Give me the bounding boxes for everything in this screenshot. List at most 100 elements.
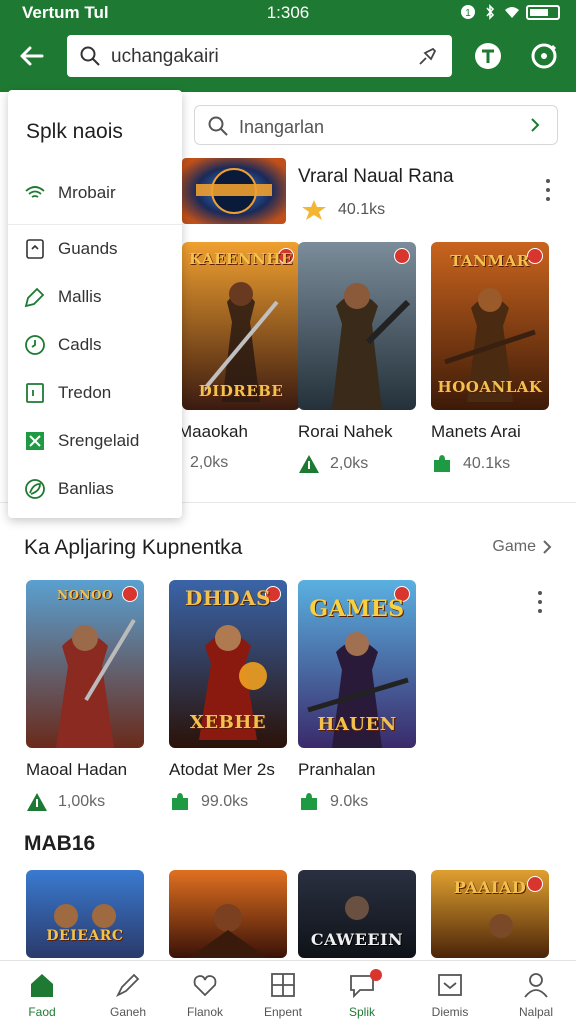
game-cover: NONOO [26, 580, 144, 748]
game-cover: DHDAS XEBHE [169, 580, 287, 748]
game-meta: 9.0ks [298, 792, 416, 812]
cover-title: KAEENNHE [189, 250, 293, 268]
back-arrow-icon[interactable] [14, 38, 50, 74]
menu-item[interactable]: Tredon [24, 382, 111, 404]
menu-item-label: Banlias [58, 479, 114, 498]
nav-item-profile[interactable]: Nalpal [488, 961, 576, 1024]
game-cover: KAEENNHE DIDREBE [182, 242, 300, 410]
puzzle-icon [172, 793, 188, 810]
nav-item-diemis[interactable]: Diemis [402, 961, 498, 1024]
cover-subtitle: HAUEN [317, 714, 397, 735]
download-icon [27, 793, 47, 811]
featured-title[interactable]: Vraral Naual Rana [298, 166, 454, 188]
menu-item[interactable]: Srengelaid [24, 430, 139, 452]
featured-thumbnail[interactable] [182, 158, 286, 224]
menu-item-label: Srengelaid [58, 431, 140, 450]
game-title: Atodat Mer 2s [169, 760, 275, 779]
game-meta: 40.1ks [431, 454, 549, 474]
game-card[interactable]: KAEENNHE DIDREBE Maaokah 2,0ks [178, 242, 300, 472]
game-card[interactable]: GAMES HAUEN Pranhalan 9.0ks [298, 580, 416, 812]
cover-subtitle: HOOANLAK [437, 378, 543, 396]
menu-item-label: Guands [58, 239, 118, 258]
menu-item[interactable]: Mrobair [24, 182, 116, 204]
game-card[interactable]: DEIEARC [26, 870, 144, 958]
cover-title: DEIEARC [46, 928, 124, 944]
battery-icon [526, 4, 560, 20]
game-card[interactable]: TANMAR HOOANLAK Manets Arai 40.1ks [431, 242, 549, 474]
chevron-right-icon [543, 540, 552, 554]
clock-icon [25, 335, 45, 355]
badge-icon [394, 248, 410, 264]
notification-icon: 1 [461, 5, 475, 19]
game-meta-value: 1,00ks [58, 793, 106, 810]
category-menu: Splk naois Mrobair Guands Mallis Cadls T… [8, 90, 182, 518]
more-options-button[interactable] [538, 176, 558, 204]
featured-rating-value: 40.1ks [338, 201, 386, 218]
game-meta-value: 2,0ks [190, 454, 229, 471]
pin-icon[interactable] [416, 44, 440, 68]
search-input[interactable]: uchangakairi [67, 35, 452, 77]
game-card[interactable]: PAAIAD [431, 870, 549, 958]
game-title: Pranhalan [298, 760, 376, 779]
nav-label: Splik [348, 1005, 375, 1019]
see-more-link[interactable]: Game [492, 538, 554, 556]
chevron-right-icon [531, 118, 540, 132]
cover-title: PAAIAD [453, 878, 527, 897]
puzzle-icon [301, 793, 317, 810]
see-more-label: Game [492, 538, 536, 555]
status-icons: 1 [460, 4, 560, 20]
menu-item-label: Cadls [58, 335, 102, 354]
book-icon [26, 383, 44, 403]
game-card[interactable]: DHDAS XEBHE Atodat Mer 2s 99.0ks [169, 580, 287, 812]
game-cover [169, 870, 287, 958]
nav-item-home[interactable]: Faod [0, 961, 90, 1024]
sync-icon[interactable] [524, 36, 564, 76]
secondary-search-input[interactable]: Inangarlan [194, 105, 558, 145]
bluetooth-icon [486, 4, 495, 20]
leaf-icon [25, 479, 45, 499]
cover-title: NONOO [57, 588, 113, 602]
secondary-search-placeholder: Inangarlan [239, 117, 325, 137]
game-meta-value: 9.0ks [330, 793, 369, 810]
heart-icon [193, 975, 217, 997]
game-meta-value: 2,0ks [330, 455, 369, 472]
game-meta: 99.0ks [169, 792, 287, 812]
app-header: Vertum Tul 1:306 1 uchangakairi [0, 0, 576, 92]
status-bar: Vertum Tul 1:306 1 [0, 0, 576, 26]
grid-icon [271, 973, 295, 997]
game-card[interactable]: NONOO Maoal Hadan 1,00ks [26, 580, 144, 812]
game-title: Maoal Hadan [26, 760, 128, 779]
game-card[interactable] [169, 870, 287, 958]
home-icon [31, 974, 53, 997]
wifi-status-icon [505, 7, 519, 18]
download-icon [299, 455, 319, 473]
more-options-button[interactable] [530, 588, 550, 616]
menu-title: Splk naois [26, 120, 123, 143]
cover-title: TANMAR [450, 252, 530, 270]
cover-title: CAWEEIN [310, 930, 404, 949]
bottom-navigation: Faod Ganeh Flanok Enpent Splik Diemis Na… [0, 960, 576, 1024]
notification-badge [370, 969, 382, 981]
game-meta: 2,0ks [182, 454, 300, 472]
menu-item[interactable]: Mallis [24, 286, 101, 308]
game-title: Rorai Nahek [298, 422, 393, 441]
menu-item[interactable]: Cadls [24, 334, 101, 356]
section-title: Ka Apljaring Kupnentka [24, 536, 243, 559]
grid-icon [26, 432, 44, 450]
nav-label: Nalpal [518, 1005, 554, 1019]
star-icon [302, 200, 326, 220]
nav-label: Faod [28, 1005, 56, 1019]
tag-button-icon[interactable] [468, 36, 508, 76]
menu-item[interactable]: Banlias [24, 478, 114, 500]
menu-item[interactable]: Guands [24, 238, 118, 260]
game-card[interactable]: CAWEEIN [298, 870, 416, 958]
game-card[interactable]: Rorai Nahek 2,0ks [298, 242, 416, 474]
wifi-icon [25, 186, 45, 198]
search-query: uchangakairi [111, 46, 219, 67]
tag-icon [24, 287, 45, 308]
game-title: Manets Arai [431, 422, 521, 441]
nav-item-splik[interactable]: Splik [314, 961, 410, 1024]
cover-title: GAMES [309, 596, 405, 622]
nav-label: Diemis [431, 1005, 469, 1019]
menu-item-label: Tredon [58, 383, 112, 402]
